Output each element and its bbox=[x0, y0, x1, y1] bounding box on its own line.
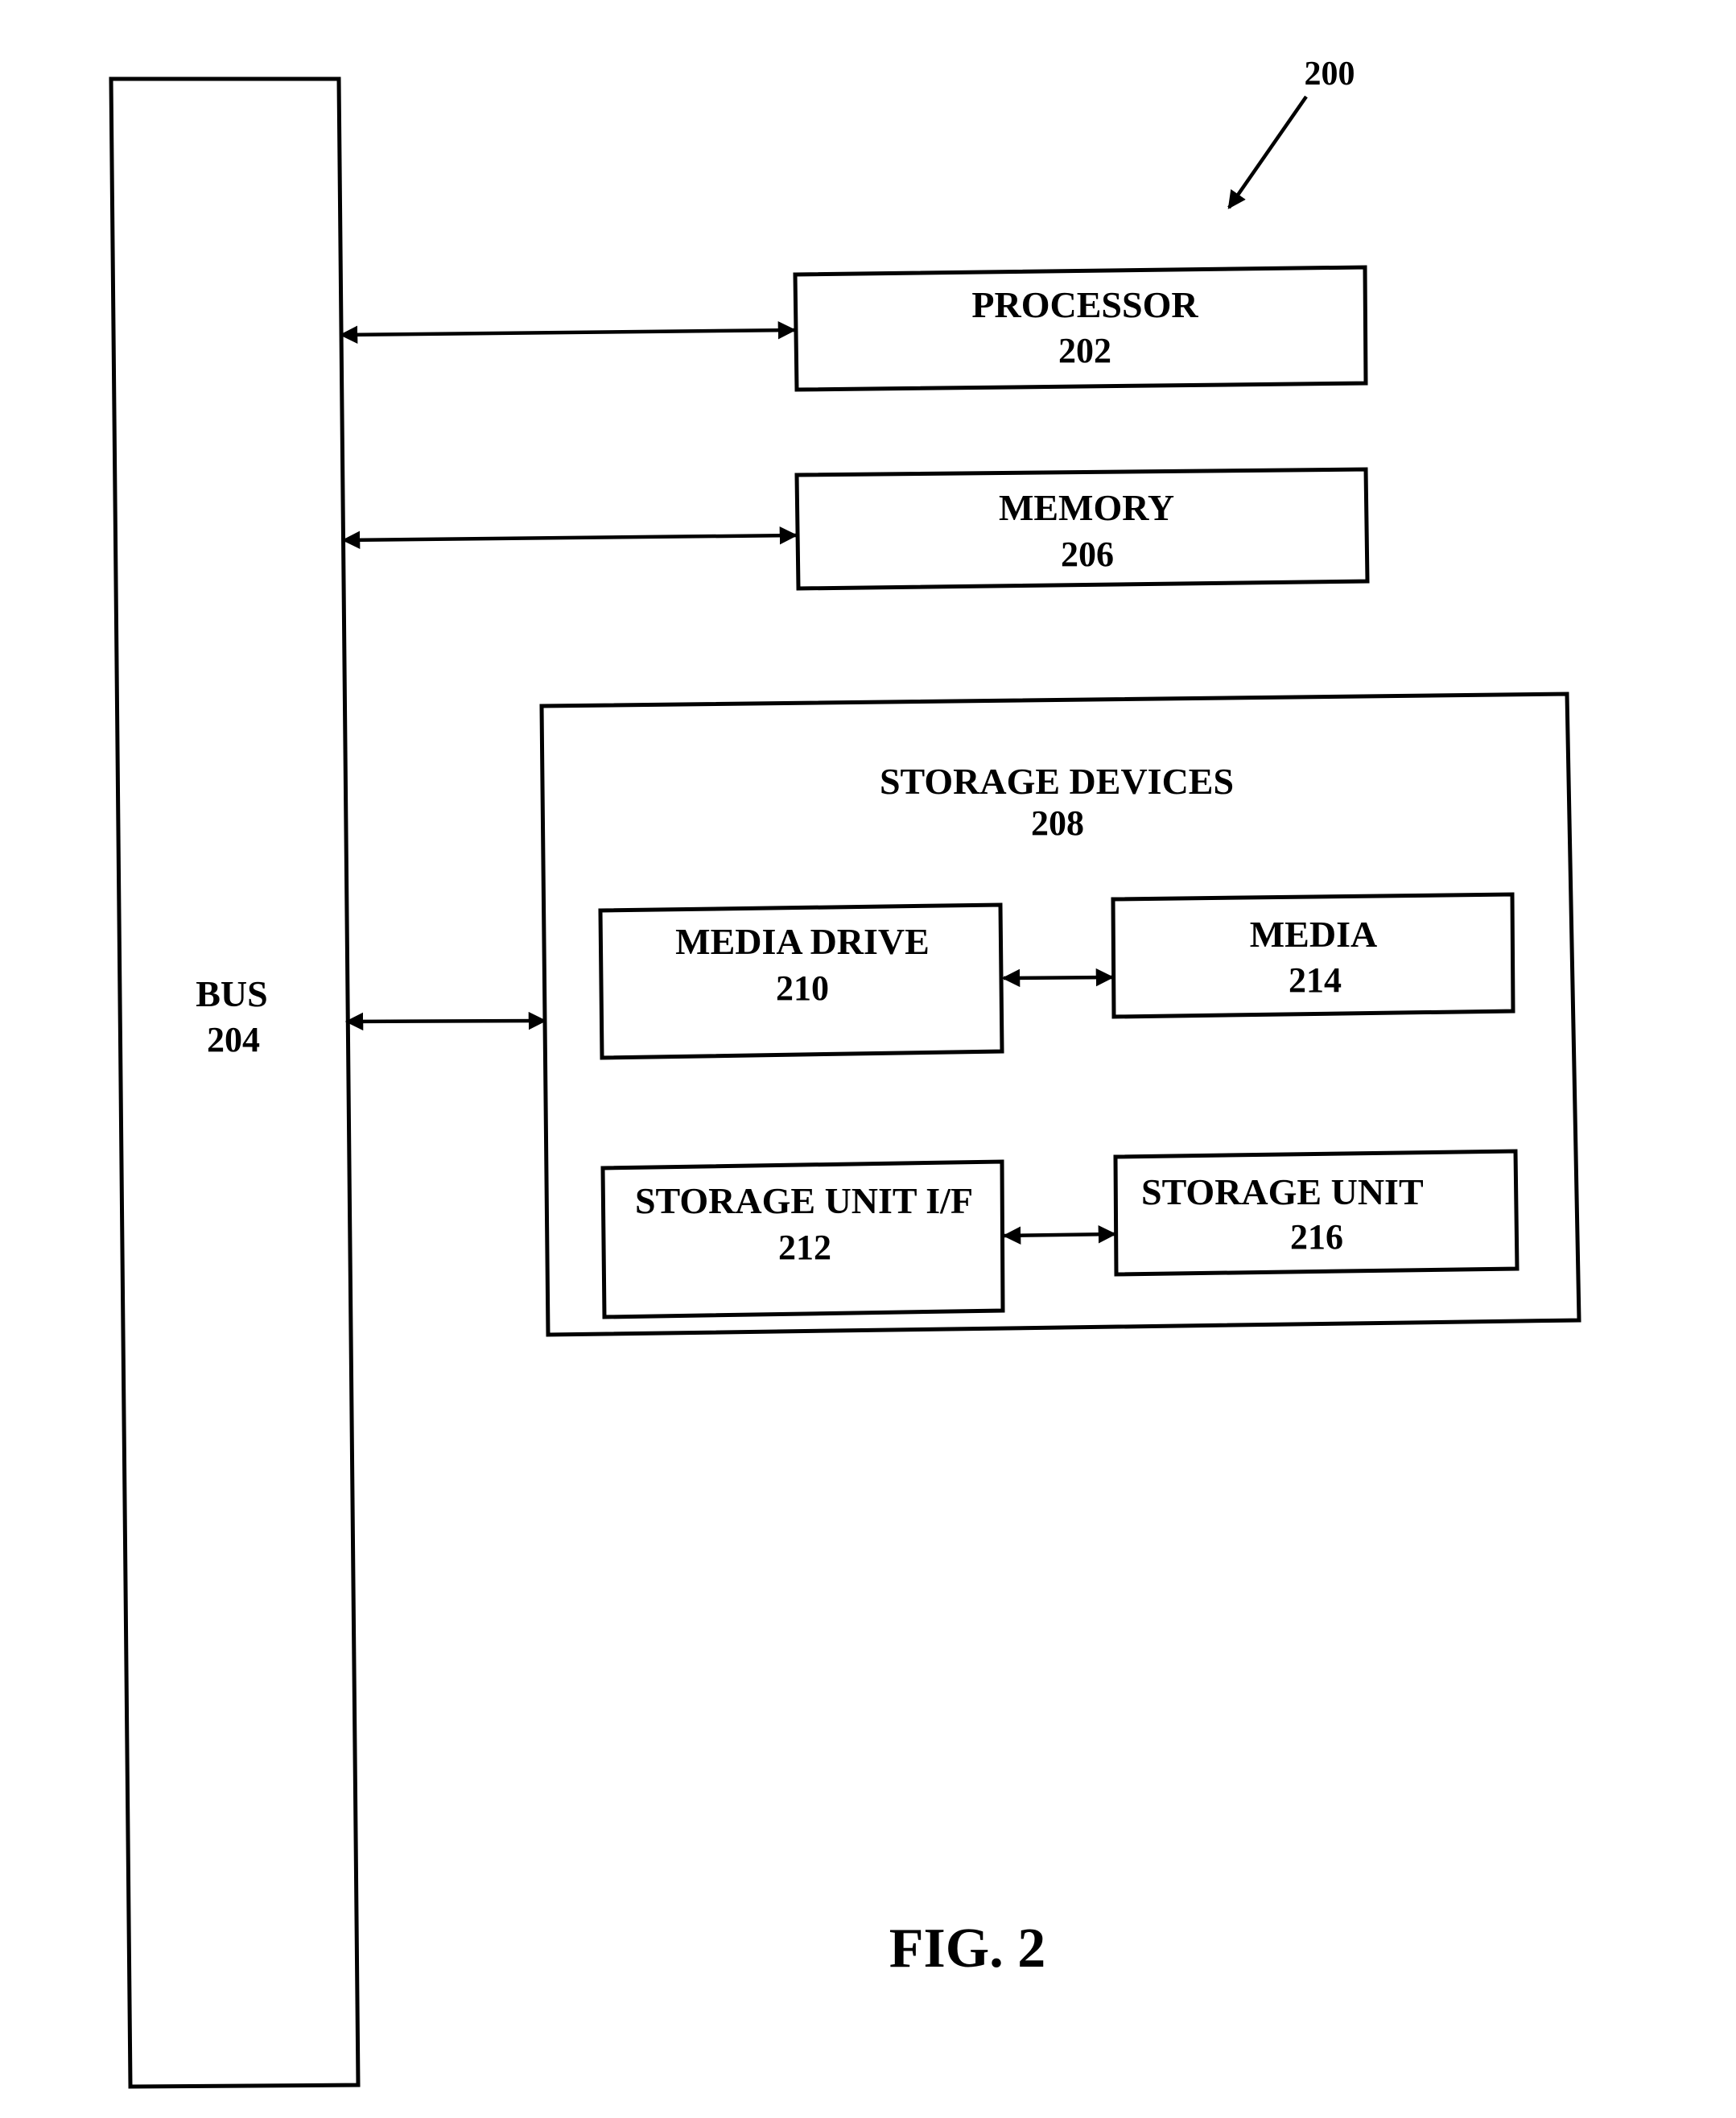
memory-ref: 206 bbox=[1061, 535, 1114, 574]
figure-reference-arrow bbox=[1227, 95, 1308, 209]
processor-block: PROCESSOR 202 bbox=[793, 265, 1368, 392]
storage-devices-name: STORAGE DEVICES bbox=[880, 761, 1234, 802]
bus-storage-arrow bbox=[344, 1011, 547, 1031]
media-drive-name: MEDIA DRIVE bbox=[675, 921, 930, 962]
memory-block: MEMORY 206 bbox=[794, 467, 1370, 591]
storage-unit-if-ref: 212 bbox=[778, 1228, 831, 1267]
figure-caption: FIG. 2 bbox=[889, 1918, 1045, 1980]
bus-name: BUS bbox=[196, 973, 267, 1014]
figure-reference-label: 200 bbox=[1305, 56, 1355, 93]
bus-outline bbox=[109, 76, 361, 2089]
bus-processor-arrow bbox=[339, 320, 797, 345]
media-name: MEDIA bbox=[1250, 914, 1377, 955]
block-diagram: 200 BUS 204 PROCESSOR 202 MEMORY 206 STO… bbox=[109, 56, 1581, 2089]
bus-block: BUS 204 bbox=[109, 76, 361, 2089]
bus-memory-arrow bbox=[341, 526, 798, 550]
storage-unit-if-name: STORAGE UNIT I/F bbox=[635, 1180, 973, 1221]
media-drive-ref: 210 bbox=[776, 968, 829, 1008]
media-block: MEDIA 214 bbox=[1111, 892, 1515, 1019]
processor-ref: 202 bbox=[1058, 331, 1111, 370]
storage-unit-ref: 216 bbox=[1290, 1217, 1343, 1257]
processor-name: PROCESSOR bbox=[971, 284, 1198, 325]
media-drive-media-arrow bbox=[1001, 968, 1115, 988]
figure-reference: 200 bbox=[1227, 56, 1355, 209]
storage-unit-if-block: STORAGE UNIT I/F 212 bbox=[600, 1159, 1005, 1319]
memory-name: MEMORY bbox=[999, 487, 1174, 528]
storage-devices-ref: 208 bbox=[1031, 803, 1084, 843]
storage-unit-name: STORAGE UNIT bbox=[1141, 1171, 1424, 1212]
media-drive-block: MEDIA DRIVE 210 bbox=[598, 902, 1004, 1060]
bus-ref: 204 bbox=[207, 1020, 260, 1059]
storage-if-unit-arrow bbox=[1002, 1225, 1117, 1245]
storage-unit-block: STORAGE UNIT 216 bbox=[1113, 1149, 1520, 1277]
media-ref: 214 bbox=[1289, 960, 1342, 1000]
